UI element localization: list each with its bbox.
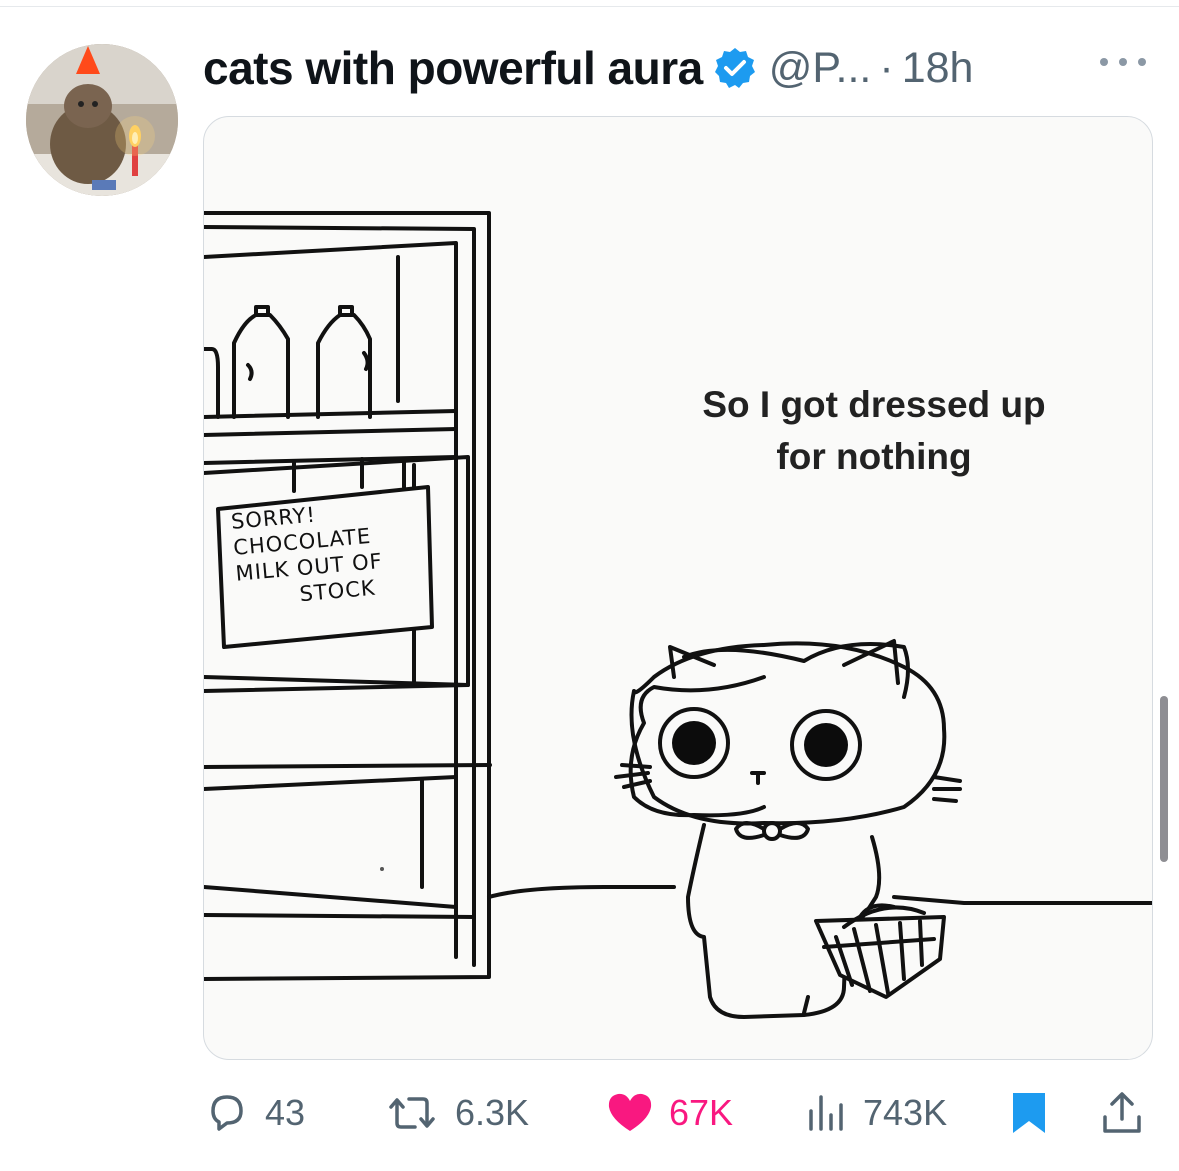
author-avatar[interactable] <box>26 44 178 196</box>
share-icon <box>1103 1092 1141 1133</box>
tweet-media-image[interactable]: So I got dressed up for nothing SORRY! C… <box>203 116 1153 1060</box>
retweet-icon <box>389 1097 435 1129</box>
tweet-header: cats with powerful aura @P... · 18h <box>203 38 973 98</box>
tweet-actions: 43 6.3K 67K 743K <box>203 1086 1151 1140</box>
cat-avatar-icon <box>26 44 178 196</box>
reply-count: 43 <box>265 1092 306 1133</box>
reply-icon <box>211 1095 243 1131</box>
retweet-button[interactable]: 6.3K <box>383 1086 529 1140</box>
author-handle[interactable]: @P... <box>769 44 872 93</box>
out-of-stock-sign: SORRY! CHOCOLATE MILK OUT OF STOCK <box>230 491 448 613</box>
more-options-icon[interactable] <box>1100 52 1146 72</box>
author-name[interactable]: cats with powerful aura <box>203 41 703 95</box>
bookmark-button[interactable] <box>1009 1086 1049 1140</box>
scrollbar[interactable] <box>1160 696 1168 862</box>
views-button[interactable]: 743K <box>803 1086 947 1140</box>
tweet-timestamp[interactable]: 18h <box>902 44 974 93</box>
top-divider <box>0 6 1179 7</box>
comic-caption: So I got dressed up for nothing <box>664 379 1084 483</box>
header-separator: · <box>879 43 894 92</box>
reply-button[interactable]: 43 <box>203 1086 305 1140</box>
heart-icon <box>608 1093 652 1131</box>
bookmark-icon <box>1013 1093 1045 1133</box>
like-count: 67K <box>669 1092 734 1133</box>
verified-badge-icon <box>713 46 757 90</box>
like-button[interactable]: 67K <box>605 1086 733 1140</box>
retweet-count: 6.3K <box>455 1092 530 1133</box>
caption-line-1: So I got dressed up <box>702 384 1046 425</box>
caption-line-2: for nothing <box>776 436 972 477</box>
share-button[interactable] <box>1099 1086 1145 1140</box>
views-chart-icon <box>809 1095 843 1131</box>
view-count: 743K <box>863 1092 948 1133</box>
